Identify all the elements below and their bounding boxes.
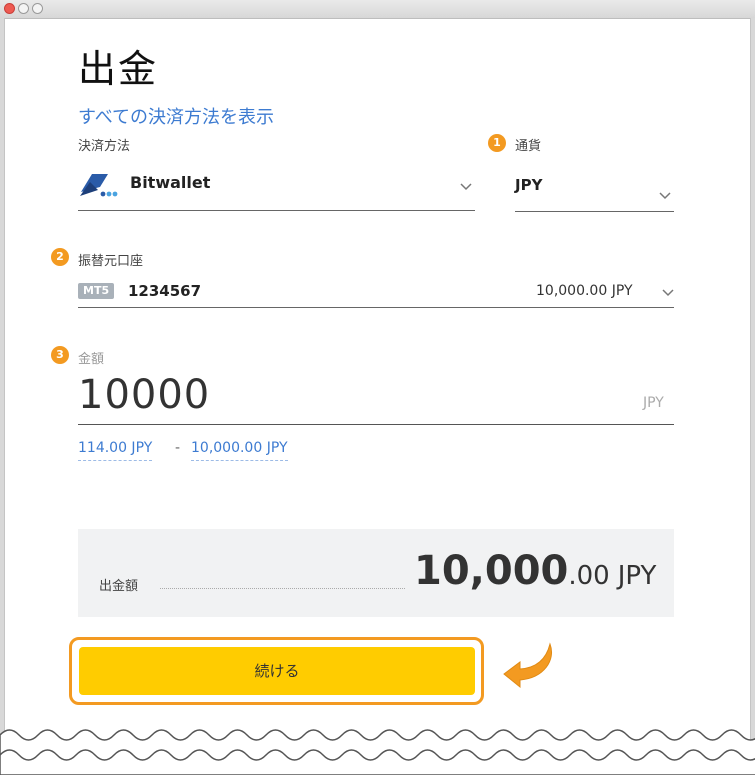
chevron-down-icon [659,192,671,200]
withdrawal-total-currency: JPY [617,561,657,591]
payment-method-value: Bitwallet [130,173,211,192]
pointer-arrow-icon [503,642,552,689]
min-amount-link[interactable]: 114.00 JPY [78,440,153,461]
amount-label: 金額 [78,352,105,367]
window-frame-left [0,18,5,775]
range-separator: - [175,440,181,456]
max-amount-link[interactable]: 10,000.00 JPY [191,440,288,461]
account-balance: 10,000.00 JPY [536,283,633,299]
currency-select[interactable]: JPY [515,160,674,212]
step-3-badge: 3 [51,346,69,364]
currency-value: JPY [515,176,543,194]
torn-edge-decoration [0,729,755,775]
source-account-select[interactable]: MT5 1234567 10,000.00 JPY [78,276,674,308]
payment-method-select[interactable]: Bitwallet [78,160,475,212]
continue-button[interactable]: 続ける [79,647,475,695]
source-account-label: 振替元口座 [78,254,144,269]
summary-dotted-leader [160,588,405,589]
withdrawal-amount-label: 出金額 [99,579,139,594]
withdrawal-total: 10,000.00 JPY [414,548,656,594]
show-all-payment-methods-link[interactable]: すべての決済方法を表示 [78,103,274,129]
currency-label: 通貨 [515,139,542,154]
chevron-down-icon [662,289,674,297]
account-number: 1234567 [128,282,202,300]
withdrawal-total-integer: 10,000 [414,548,569,594]
window-frame-right [750,18,755,775]
amount-input[interactable]: 10000 [78,372,210,418]
step-2-badge: 2 [51,248,69,266]
minimize-window-button[interactable] [18,3,29,14]
close-window-button[interactable] [4,3,15,14]
bitwallet-logo-icon [80,174,118,197]
page-title: 出金 [78,47,159,91]
chevron-down-icon [460,183,472,191]
payment-method-underline [78,210,475,211]
maximize-window-button[interactable] [32,3,43,14]
payment-method-label: 決済方法 [78,139,131,154]
step-1-badge: 1 [488,134,506,152]
mt5-platform-badge: MT5 [78,283,115,299]
amount-currency-suffix: JPY [643,395,664,411]
window-titlebar [0,0,755,19]
amount-underline [78,424,674,425]
currency-underline [515,211,674,212]
source-account-underline [78,307,674,308]
withdrawal-total-decimal: .00 [568,561,610,591]
